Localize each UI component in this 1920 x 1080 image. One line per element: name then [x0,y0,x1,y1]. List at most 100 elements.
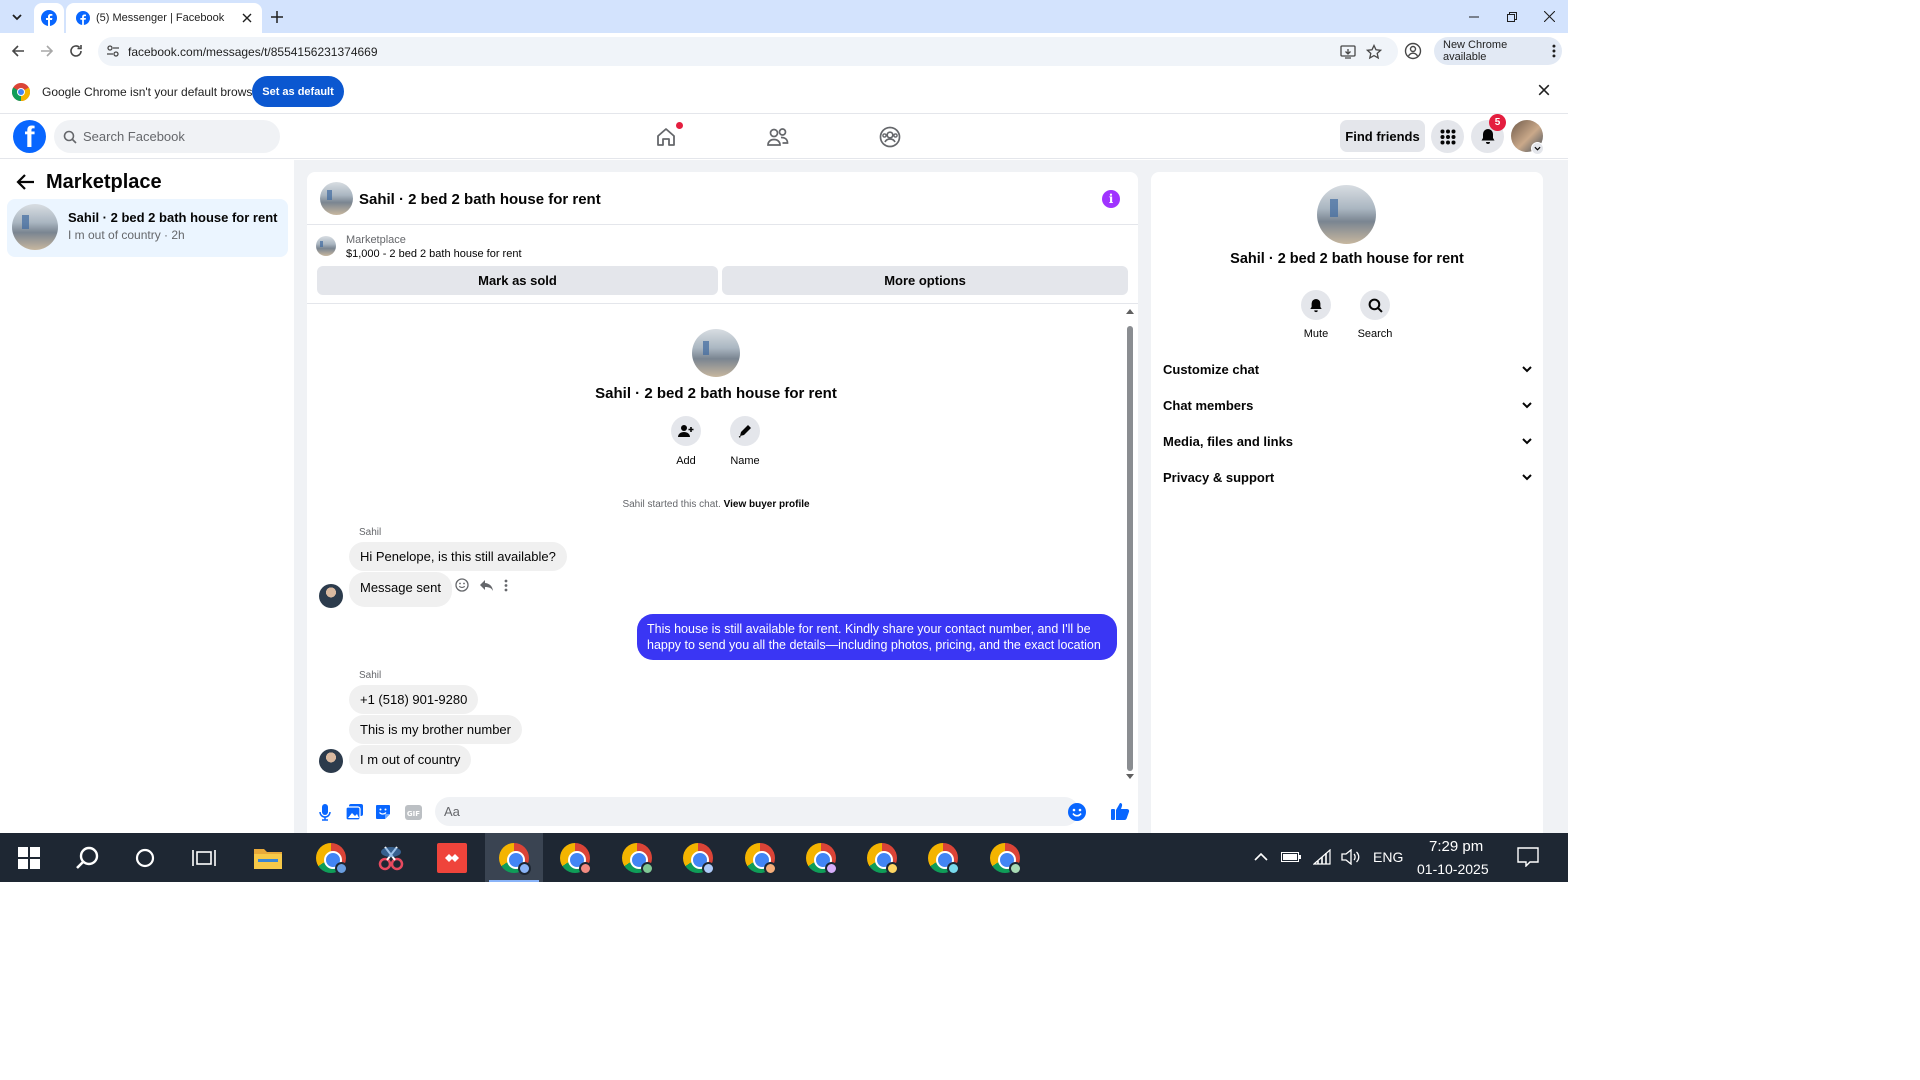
conversation-item[interactable]: Sahil · 2 bed 2 bath house for rent I m … [7,199,288,257]
section-chat-members[interactable]: Chat members [1163,388,1533,422]
tab-close-button[interactable] [236,7,258,29]
site-settings-icon[interactable] [106,44,120,58]
new-chrome-available-button[interactable]: New Chrome available [1434,37,1562,65]
install-app-icon[interactable] [1340,44,1356,60]
facebook-search-box[interactable] [54,120,280,153]
menu-button[interactable] [1431,120,1464,153]
set-as-default-button[interactable]: Set as default [252,76,344,107]
taskbar-anydesk[interactable] [423,833,481,882]
taskbar-snipping-tool[interactable] [362,833,420,882]
taskbar-search-button[interactable] [58,833,116,882]
sender-avatar[interactable] [319,749,343,773]
close-icon[interactable] [1538,84,1550,96]
wifi-icon[interactable] [1313,849,1331,865]
incoming-message[interactable]: I m out of country [349,745,472,774]
emoji-icon[interactable] [1068,803,1086,821]
taskbar-chrome-active[interactable] [485,833,543,882]
facebook-logo-icon[interactable]: f [13,120,46,153]
section-media-files-links[interactable]: Media, files and links [1163,424,1533,458]
profile-icon[interactable] [1404,42,1422,60]
address-bar[interactable]: facebook.com/messages/t/8554156231374669 [98,37,1398,66]
chat-avatar[interactable] [320,182,353,215]
sticker-button[interactable] [374,803,392,821]
back-button[interactable] [7,40,29,62]
forward-button[interactable] [36,40,58,62]
incoming-message[interactable]: Hi Penelope, is this still available? [349,542,567,571]
action-center-icon[interactable] [1517,847,1539,867]
taskbar-chrome-4[interactable] [608,833,666,882]
search-in-chat-button[interactable]: Search [1350,290,1400,340]
taskbar-chrome-7[interactable] [792,833,850,882]
add-people-button[interactable]: Add [661,416,711,467]
scroll-down-arrow-icon[interactable] [1126,774,1134,780]
taskbar-chrome-10[interactable] [976,833,1034,882]
taskbar-chrome-8[interactable] [853,833,911,882]
like-button[interactable] [1110,801,1130,821]
outgoing-message[interactable]: This house is still available for rent. … [637,614,1117,660]
more-options-button[interactable]: More options [722,266,1128,295]
reply-icon[interactable] [479,579,494,592]
chat-title[interactable]: Sahil · 2 bed 2 bath house for rent [359,191,601,208]
tab-search-button[interactable] [6,6,28,28]
section-privacy-support[interactable]: Privacy & support [1163,460,1533,494]
message-input-box[interactable] [435,797,1086,826]
listing-thumbnail[interactable] [316,236,336,256]
view-buyer-profile-link[interactable]: View buyer profile [724,499,810,510]
sender-avatar[interactable] [319,584,343,608]
clock-time[interactable]: 7:29 pm [1429,838,1483,855]
bookmark-star-icon[interactable] [1366,44,1382,60]
reload-button[interactable] [65,40,87,62]
nav-home[interactable] [653,122,683,150]
infobar-message: Google Chrome isn't your default browser [42,85,264,99]
facebook-search-input[interactable] [83,129,263,144]
browser-tab-strip: (5) Messenger | Facebook [0,0,1568,33]
section-customize-chat[interactable]: Customize chat [1163,352,1533,386]
find-friends-button[interactable]: Find friends [1340,120,1425,152]
info-avatar[interactable] [1317,185,1376,244]
listing-price[interactable]: $1,000 - 2 bed 2 bath house for rent [346,248,522,260]
taskbar-chrome-3[interactable] [546,833,604,882]
incoming-message[interactable]: +1 (518) 901-9280 [349,685,479,714]
nav-friends[interactable] [765,124,791,150]
emoji-react-icon[interactable] [455,578,469,592]
voice-clip-button[interactable] [316,803,334,821]
scrollbar-thumb[interactable] [1127,326,1133,771]
taskbar-chrome-9[interactable] [914,833,972,882]
taskbar-chrome-5[interactable] [669,833,727,882]
close-window-button[interactable] [1530,0,1568,33]
mute-label: Mute [1303,328,1329,340]
clock-date[interactable]: 01-10-2025 [1417,861,1489,877]
incoming-message[interactable]: Message sent [349,572,452,607]
info-icon[interactable]: i [1102,190,1120,208]
start-button[interactable] [0,833,58,882]
restore-button[interactable] [1493,0,1531,33]
mark-as-sold-button[interactable]: Mark as sold [317,266,718,295]
message-thread[interactable]: Sahil · 2 bed 2 bath house for rent Add … [307,306,1138,786]
task-view-button[interactable] [175,833,233,882]
incoming-message[interactable]: This is my brother number [349,715,522,744]
battery-icon[interactable] [1281,850,1301,864]
pinned-tab-facebook[interactable] [34,3,64,33]
chevron-up-icon[interactable] [1254,852,1268,861]
mute-button[interactable]: Mute [1291,290,1341,340]
scroll-up-arrow-icon[interactable] [1126,308,1134,314]
taskbar-chrome-1[interactable] [302,833,360,882]
gif-button[interactable]: GIF [404,803,422,821]
edit-name-button[interactable]: Name [720,416,770,467]
arrow-left-icon[interactable] [14,172,36,192]
account-chevron[interactable] [1531,142,1544,155]
message-input[interactable] [444,804,1044,819]
tab-messenger[interactable]: (5) Messenger | Facebook [66,3,262,33]
new-tab-button[interactable] [266,6,288,28]
file-explorer-button[interactable] [239,833,297,882]
cortana-button[interactable] [116,833,174,882]
taskbar-chrome-6[interactable] [731,833,789,882]
more-dots-icon[interactable] [504,579,508,592]
attach-photo-button[interactable] [345,803,363,821]
language-indicator[interactable]: ENG [1373,849,1403,865]
notifications-button[interactable]: 5 [1471,114,1506,153]
nav-groups[interactable] [877,124,903,150]
volume-icon[interactable] [1341,849,1361,865]
thread-scrollbar[interactable] [1125,306,1135,784]
minimize-button[interactable] [1455,0,1493,33]
